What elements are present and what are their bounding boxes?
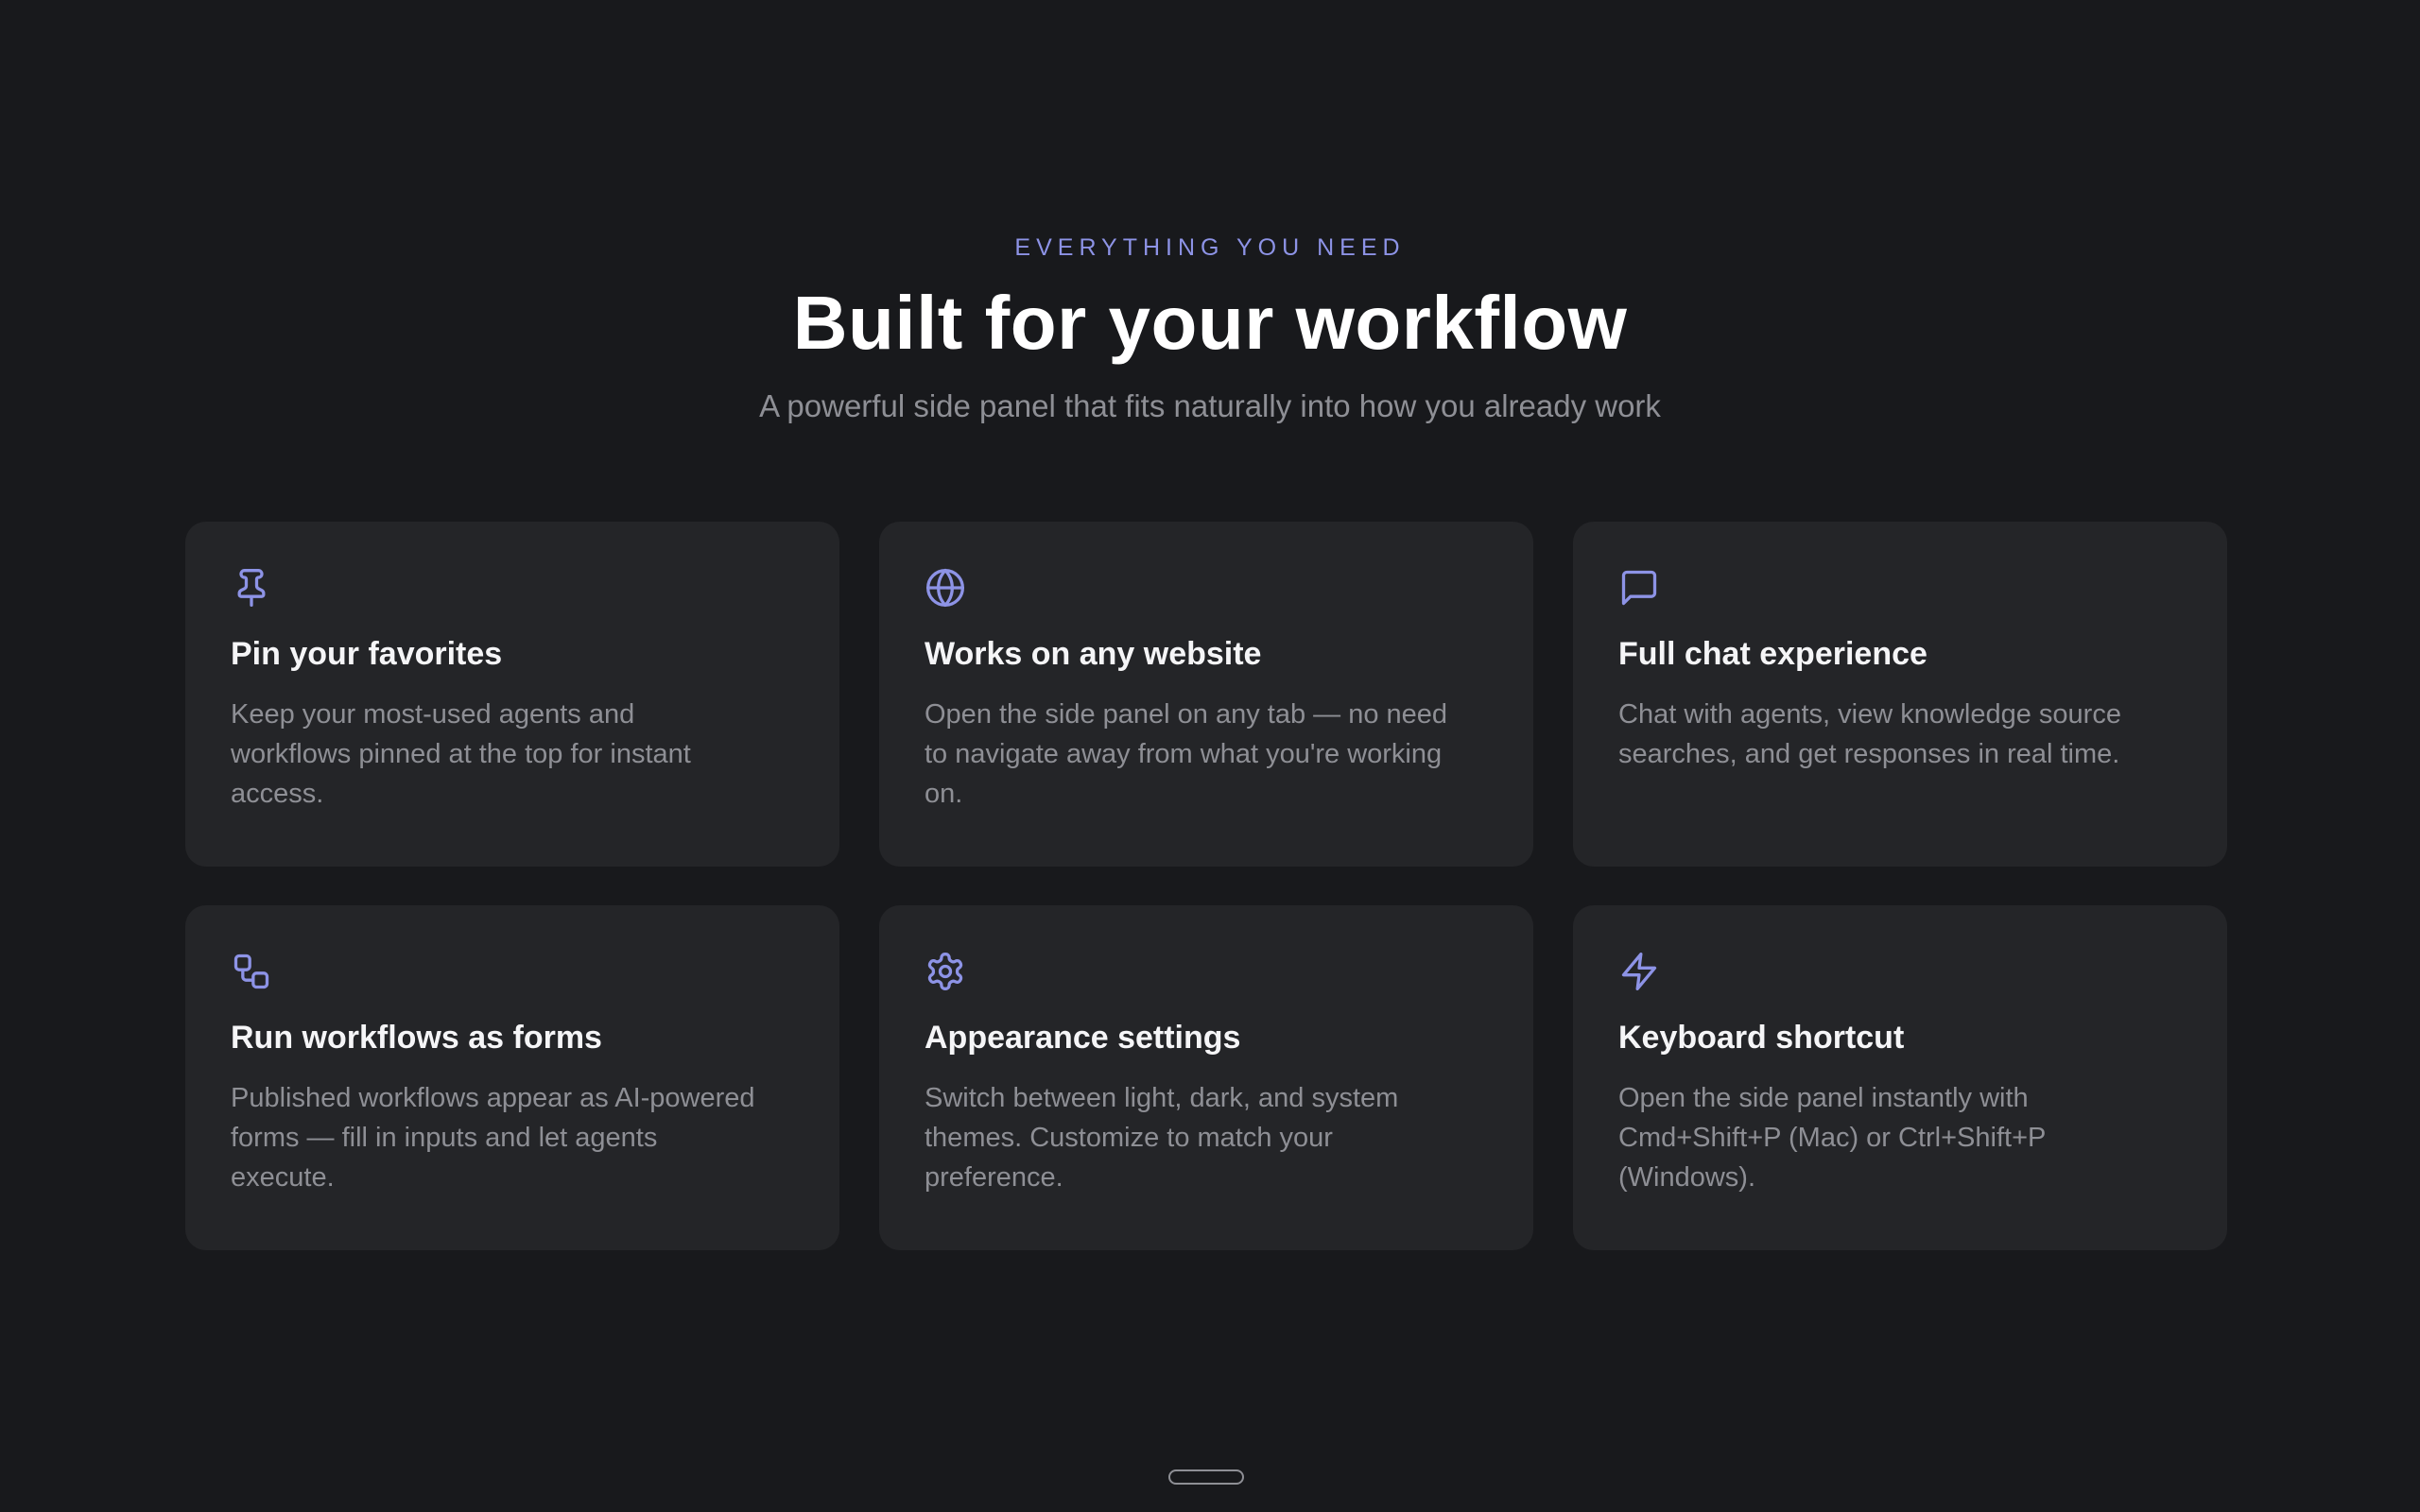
feature-description: Open the side panel instantly with Cmd+S… [1618,1082,2046,1193]
feature-card-pin: Pin your favorites Keep your most-used a… [185,522,839,867]
feature-card-chat: Full chat experience Chat with agents, v… [1573,522,2227,867]
feature-description: Published workflows appear as AI-powered… [231,1082,755,1193]
feature-description: Chat with agents, view knowledge source … [1618,698,2121,769]
gear-icon [925,951,966,992]
features-grid: Pin your favorites Keep your most-used a… [185,522,2227,1250]
pin-icon [231,567,272,609]
feature-card-website: Works on any website Open the side panel… [879,522,1533,867]
feature-title: Pin your favorites [231,636,503,672]
feature-description: Switch between light, dark, and system t… [925,1082,1399,1193]
feature-title: Works on any website [925,636,1262,672]
globe-icon [925,567,966,609]
feature-card-shortcut: Keyboard shortcut Open the side panel in… [1573,905,2227,1250]
feature-title: Full chat experience [1618,636,1927,672]
feature-card-workflows: Run workflows as forms Published workflo… [185,905,839,1250]
page-subtitle: A powerful side panel that fits naturall… [759,388,1661,423]
feature-card-appearance: Appearance settings Switch between light… [879,905,1533,1250]
lightning-icon [1618,951,1660,992]
feature-title: Appearance settings [925,1020,1241,1056]
feature-description: Open the side panel on any tab — no need… [925,698,1448,809]
section-eyebrow: EVERYTHING YOU NEED [1014,234,1406,261]
feature-title: Keyboard shortcut [1618,1020,1905,1056]
chat-bubble-icon [1618,567,1660,609]
features-page: EVERYTHING YOU NEED Built for your workf… [0,0,2420,1512]
feature-title: Run workflows as forms [231,1020,602,1056]
page-title: Built for your workflow [792,281,1628,365]
scroll-indicator[interactable] [1168,1469,1244,1485]
feature-description: Keep your most-used agents and workflows… [231,698,691,809]
workflow-icon [231,951,272,992]
